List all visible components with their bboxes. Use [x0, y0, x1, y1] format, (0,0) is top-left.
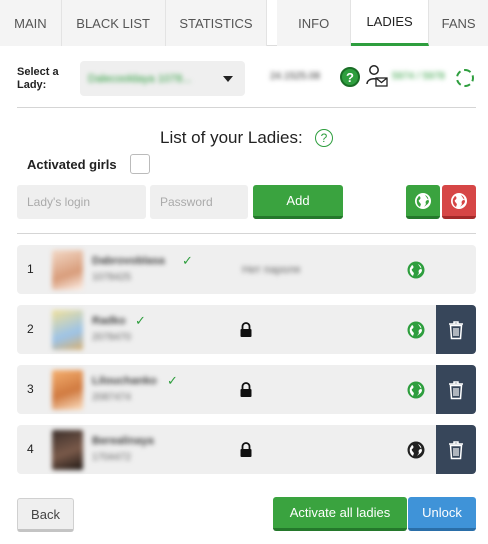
activate-all-ladies-button[interactable]: Activate all ladies	[273, 497, 407, 531]
lady-id: 1704472	[92, 452, 131, 463]
lady-row: 2 Radko ✓ 2078470	[17, 305, 476, 354]
row-number: 3	[27, 382, 34, 396]
refresh-icon[interactable]	[456, 69, 474, 87]
delete-button[interactable]	[436, 425, 476, 474]
chevron-down-icon	[223, 76, 233, 82]
help-icon[interactable]: ?	[340, 67, 360, 87]
avatar	[52, 430, 83, 470]
verified-check-icon: ✓	[167, 373, 178, 388]
globe-online-button[interactable]	[406, 185, 440, 219]
lady-id: 1078425	[92, 272, 131, 283]
password-input[interactable]	[150, 185, 248, 219]
lock-icon	[240, 442, 252, 457]
add-button[interactable]: Add	[253, 185, 343, 219]
globe-icon[interactable]	[407, 261, 425, 279]
tab-ladies[interactable]: LADIES	[350, 0, 430, 46]
row-number: 1	[27, 262, 34, 276]
lady-row: 1 Dabrovoblasa ✓ 1078425 Нет пароля	[17, 245, 476, 294]
activated-girls-label: Activated girls	[27, 157, 117, 172]
globe-icon[interactable]	[407, 441, 425, 459]
trash-icon	[449, 320, 463, 339]
divider	[17, 107, 476, 108]
list-title: List of your Ladies:	[160, 128, 303, 147]
verified-check-icon: ✓	[135, 313, 146, 328]
lock-icon	[240, 322, 252, 337]
avatar	[52, 250, 83, 290]
globe-offline-button[interactable]	[442, 185, 476, 219]
stat-left: 24.1525.08	[270, 71, 321, 82]
lady-login-input[interactable]	[17, 185, 146, 219]
avatar	[52, 370, 83, 410]
user-mail-icon[interactable]	[366, 64, 388, 88]
tab-bar: MAIN BLACK LIST STATISTICS INFO LADIES F…	[0, 0, 488, 46]
lady-select-value: Dalecooldaya 1078...	[88, 72, 192, 85]
question-icon[interactable]: ?	[315, 129, 333, 147]
globe-icon	[415, 192, 431, 209]
trash-icon	[449, 440, 463, 459]
lady-id: 2078470	[92, 332, 131, 343]
select-lady-label: Select a Lady:	[17, 66, 59, 91]
back-button[interactable]: Back	[17, 498, 74, 532]
avatar	[52, 310, 83, 350]
row-number: 4	[27, 442, 34, 456]
divider	[17, 233, 476, 234]
tab-statistics[interactable]: STATISTICS	[165, 0, 268, 46]
lady-select-dropdown[interactable]: Dalecooldaya 1078...	[80, 61, 245, 96]
lady-name: Radko	[92, 315, 126, 327]
lady-name: Berealinaya	[92, 435, 154, 447]
delete-button[interactable]	[436, 365, 476, 414]
tab-info[interactable]: INFO	[277, 0, 351, 46]
delete-button[interactable]	[436, 305, 476, 354]
row-number: 2	[27, 322, 34, 336]
lock-icon	[240, 382, 252, 397]
globe-icon[interactable]	[407, 381, 425, 399]
trash-icon	[449, 380, 463, 399]
lady-name: Dabrovoblasa	[92, 255, 165, 267]
tab-main[interactable]: MAIN	[0, 0, 62, 46]
lady-name: Lilouchanko	[92, 375, 157, 387]
globe-icon	[451, 192, 467, 209]
lady-row: 3 Lilouchanko ✓ 2087474	[17, 365, 476, 414]
tab-black-list[interactable]: BLACK LIST	[61, 0, 166, 46]
lady-row: 4 Berealinaya 1704472	[17, 425, 476, 474]
verified-check-icon: ✓	[182, 253, 193, 268]
activated-girls-checkbox[interactable]	[130, 154, 150, 174]
stat-right: 5974 / 5978	[392, 71, 445, 82]
globe-icon[interactable]	[407, 321, 425, 339]
lady-id: 2087474	[92, 392, 131, 403]
lady-note: Нет пароля	[242, 264, 301, 276]
unlock-button[interactable]: Unlock	[408, 497, 476, 531]
tab-fans[interactable]: FANS	[429, 0, 488, 46]
